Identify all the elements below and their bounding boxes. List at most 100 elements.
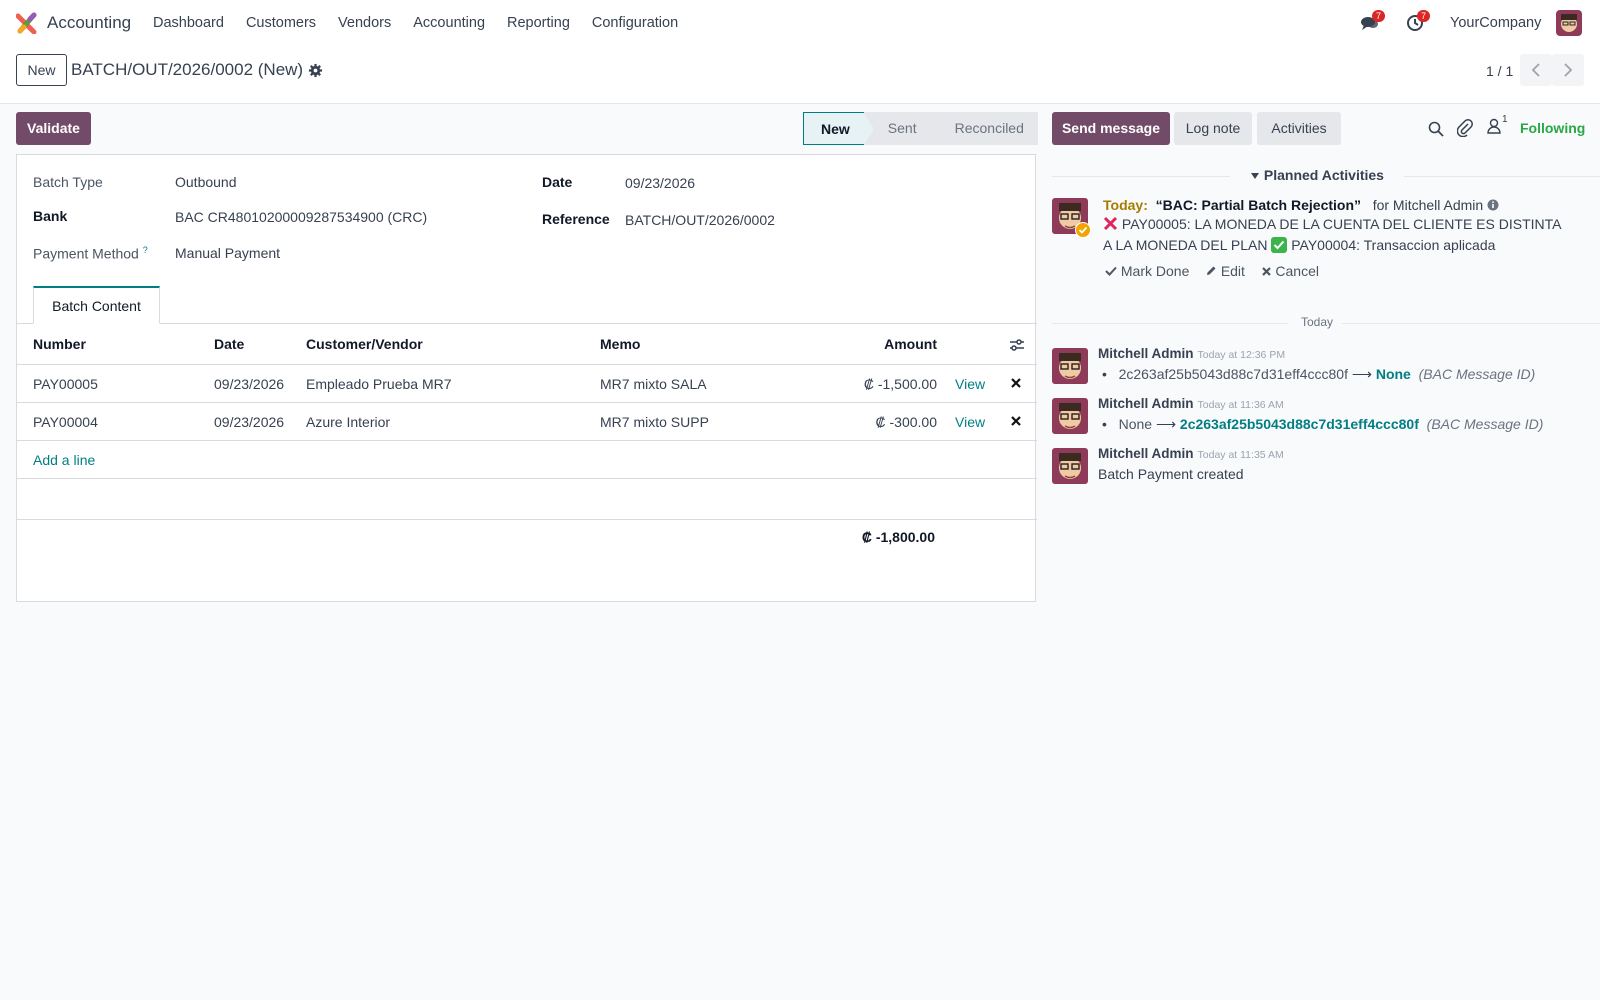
status-new[interactable]: New: [803, 112, 874, 145]
activity-assignee: for Mitchell Admin: [1372, 197, 1484, 213]
tab-batch-content[interactable]: Batch Content: [33, 286, 160, 324]
close-icon: [1261, 267, 1271, 276]
tracking-value: • 2c263af25b5043d88c7d31eff4ccc80f ⟶ Non…: [1102, 366, 1536, 382]
edit-activity-button[interactable]: Edit: [1205, 263, 1245, 279]
activity-due: Today:: [1103, 197, 1148, 213]
column-memo[interactable]: Memo: [600, 336, 640, 352]
search-icon[interactable]: [1428, 121, 1444, 137]
activities-badge: 7: [1417, 10, 1431, 22]
table-total: ₡ -1,800.00: [861, 529, 935, 545]
form-sheet: Batch Type Outbound Bank BAC CR480102000…: [16, 154, 1037, 602]
messages-button[interactable]: 7: [1360, 10, 1386, 33]
gear-icon[interactable]: [308, 63, 323, 78]
message-timestamp: Today at 11:36 AM: [1197, 399, 1284, 411]
date-label: Date: [542, 174, 573, 190]
cross-mark-icon: [1103, 216, 1118, 231]
table-row[interactable]: PAY00005 09/23/2026 Empleado Prueba MR7 …: [17, 365, 1037, 403]
planned-activities-toggle[interactable]: Planned Activities: [1250, 167, 1384, 183]
batch-type-label: Batch Type: [33, 174, 103, 190]
view-link[interactable]: View: [955, 414, 985, 430]
activity-actions: Mark Done Edit Cancel: [1105, 263, 1319, 279]
app-logo-icon[interactable]: [16, 12, 38, 34]
company-switcher[interactable]: YourCompany: [1450, 15, 1541, 31]
message-author[interactable]: Mitchell Admin: [1098, 346, 1194, 361]
tracking-value: • None ⟶ 2c263af25b5043d88c7d31eff4ccc80…: [1102, 416, 1544, 432]
followers-button[interactable]: 1: [1487, 114, 1508, 137]
delete-row-icon[interactable]: [1010, 377, 1022, 389]
info-icon[interactable]: [1487, 199, 1499, 211]
status-reconciled[interactable]: Reconciled: [930, 112, 1038, 145]
table-row[interactable]: PAY00004 09/23/2026 Azure Interior MR7 m…: [17, 403, 1037, 441]
add-line-link[interactable]: Add a line: [33, 452, 95, 468]
table-header: Number Date Customer/Vendor Memo Amount: [17, 324, 1037, 365]
menu-customers[interactable]: Customers: [246, 15, 316, 31]
app-name[interactable]: Accounting: [47, 13, 131, 33]
followers-count: 1: [1502, 114, 1508, 125]
column-partner[interactable]: Customer/Vendor: [306, 336, 423, 352]
row-date: 09/23/2026: [214, 414, 285, 430]
menu-accounting[interactable]: Accounting: [413, 15, 485, 31]
mark-done-button[interactable]: Mark Done: [1105, 263, 1189, 279]
row-number: PAY00004: [33, 414, 98, 430]
message-author[interactable]: Mitchell Admin: [1098, 396, 1194, 411]
row-partner: Empleado Prueba MR7: [306, 376, 452, 392]
cancel-activity-button[interactable]: Cancel: [1261, 263, 1319, 279]
validate-button[interactable]: Validate: [16, 112, 91, 145]
view-link[interactable]: View: [955, 376, 985, 392]
pager-value[interactable]: 1 / 1: [1486, 63, 1513, 79]
separator: [1052, 323, 1288, 324]
activities-button[interactable]: Activities: [1257, 112, 1341, 145]
message-avatar[interactable]: [1052, 398, 1088, 434]
row-partner: Azure Interior: [306, 414, 391, 430]
check-icon: [1105, 266, 1117, 276]
menu-vendors[interactable]: Vendors: [338, 15, 391, 31]
send-message-button[interactable]: Send message: [1052, 112, 1170, 145]
activity-note-line-2: A LA MONEDA DEL PLAN PAY00004: Transacci…: [1103, 237, 1496, 253]
reference-field[interactable]: BATCH/OUT/2026/0002: [625, 212, 775, 228]
row-number: PAY00005: [33, 376, 98, 392]
messages-badge: 7: [1372, 10, 1386, 22]
new-button[interactable]: New: [16, 54, 67, 86]
pager-previous-button[interactable]: [1520, 54, 1552, 86]
status-sent[interactable]: Sent: [863, 112, 941, 145]
chevron-left-icon: [1531, 63, 1540, 77]
following-button[interactable]: Following: [1520, 120, 1585, 136]
menu-configuration[interactable]: Configuration: [592, 15, 678, 31]
record-title: BATCH/OUT/2026/0002 (New): [71, 60, 304, 79]
date-field[interactable]: 09/23/2026: [625, 175, 695, 191]
batch-type-field[interactable]: Outbound: [175, 174, 237, 190]
optional-columns-icon[interactable]: [1009, 338, 1025, 352]
message-avatar[interactable]: [1052, 348, 1088, 384]
help-icon[interactable]: ?: [143, 245, 148, 255]
pager-next-button[interactable]: [1552, 54, 1584, 86]
chevron-right-icon: [1564, 63, 1573, 77]
message-avatar[interactable]: [1052, 448, 1088, 484]
message-header: Mitchell Admin Today at 11:36 AM: [1098, 395, 1284, 411]
paperclip-icon[interactable]: [1457, 119, 1473, 137]
column-amount[interactable]: Amount: [884, 336, 937, 352]
bank-field[interactable]: BAC CR48010200009287534900 (CRC): [175, 209, 427, 225]
row-date: 09/23/2026: [214, 376, 285, 392]
column-date[interactable]: Date: [214, 336, 244, 352]
check-mark-icon: [1271, 237, 1288, 253]
add-line-row: Add a line: [17, 441, 1037, 479]
activities-button[interactable]: 7: [1405, 10, 1431, 33]
separator: [1052, 176, 1230, 177]
activity-header: Today: “BAC: Partial Batch Rejection” fo…: [1103, 197, 1499, 213]
log-note-button[interactable]: Log note: [1174, 112, 1252, 145]
top-navbar: Accounting Dashboard Customers Vendors A…: [0, 0, 1600, 46]
message-header: Mitchell Admin Today at 11:35 AM: [1098, 445, 1284, 461]
delete-row-icon[interactable]: [1010, 415, 1022, 427]
menu-dashboard[interactable]: Dashboard: [153, 15, 224, 31]
row-memo: MR7 mixto SALA: [600, 376, 707, 392]
user-avatar[interactable]: [1556, 10, 1582, 36]
chatter: Send message Log note Activities 1 Follo…: [1052, 104, 1600, 1000]
column-number[interactable]: Number: [33, 336, 86, 352]
user-icon: [1487, 118, 1501, 134]
payment-method-field[interactable]: Manual Payment: [175, 245, 280, 261]
menu-reporting[interactable]: Reporting: [507, 15, 570, 31]
separator: [1404, 176, 1600, 177]
separator: [1342, 323, 1600, 324]
message-author[interactable]: Mitchell Admin: [1098, 446, 1194, 461]
control-panel: New BATCH/OUT/2026/0002 (New) 1 / 1: [0, 46, 1600, 104]
